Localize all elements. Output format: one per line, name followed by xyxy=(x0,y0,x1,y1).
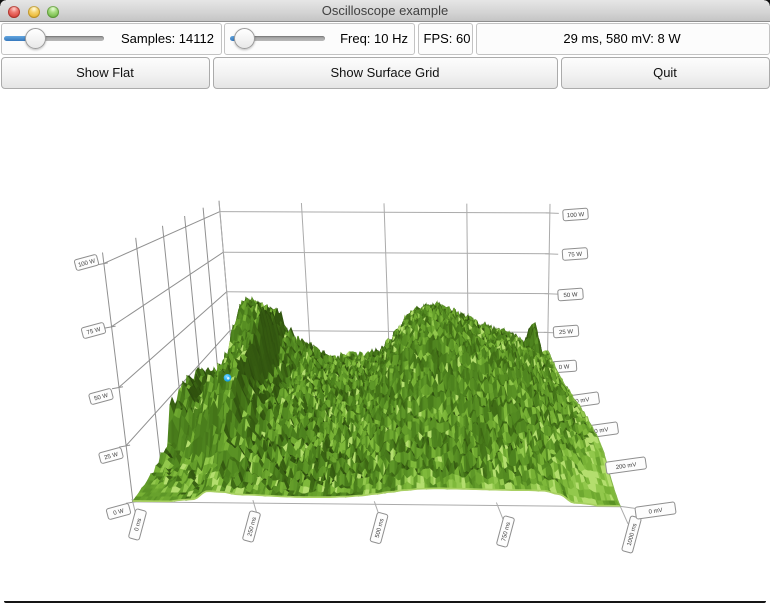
svg-text:100 W: 100 W xyxy=(567,212,585,219)
svg-text:75 W: 75 W xyxy=(568,252,583,259)
svg-text:50 W: 50 W xyxy=(563,292,578,299)
svg-text:0 W: 0 W xyxy=(559,364,570,371)
svg-text:25 W: 25 W xyxy=(559,329,574,336)
